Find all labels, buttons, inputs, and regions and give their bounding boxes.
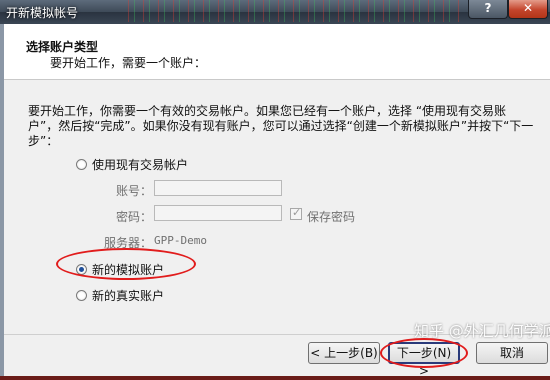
cancel-button[interactable]: 取消	[476, 342, 548, 364]
close-button[interactable]: ✕	[508, 0, 548, 19]
dialog-header: 选择账户类型 要开始工作，需要一个账户：	[4, 24, 550, 80]
window-title: 开新模拟帐号	[6, 6, 79, 20]
password-label: 密码：	[116, 210, 153, 224]
title-bar: 开新模拟帐号 ? ✕	[0, 0, 550, 24]
existing-account-label[interactable]: 使用现有交易帐户	[92, 156, 188, 173]
highlight-ellipse-demo	[56, 248, 196, 280]
new-real-account-label[interactable]: 新的真实账户	[92, 287, 164, 304]
server-value: GPP-Demo	[154, 234, 207, 247]
watermark-text: 知乎 @外汇几何学派	[414, 322, 550, 340]
save-password-checkbox[interactable]	[290, 206, 302, 220]
account-label: 账号：	[116, 184, 153, 198]
new-real-account-radio[interactable]	[76, 290, 87, 301]
description-text: 要开始工作，你需要一个有效的交易帐户。如果您已经有一个账户，选择 “使用现有交易…	[28, 104, 534, 148]
existing-account-radio[interactable]	[76, 159, 87, 170]
password-field[interactable]	[154, 205, 282, 221]
back-button[interactable]: < 上一步(B)	[308, 342, 380, 364]
save-password-label[interactable]: 保存密码	[307, 208, 355, 225]
background-chart	[120, 0, 460, 22]
help-button[interactable]: ?	[468, 0, 508, 19]
highlight-ellipse-next	[380, 338, 468, 368]
account-field[interactable]	[154, 180, 282, 196]
header-title: 选择账户类型	[26, 40, 99, 54]
header-subtitle: 要开始工作，需要一个账户：	[50, 56, 207, 70]
